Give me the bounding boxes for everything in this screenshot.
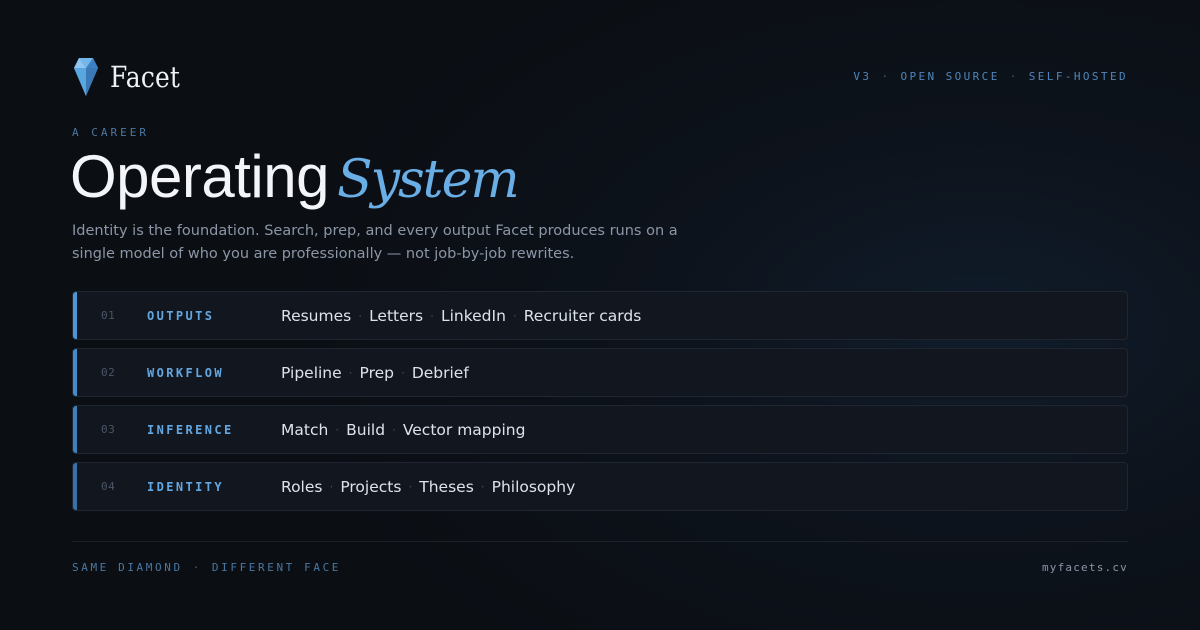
row-item: Vector mapping [402,420,526,439]
row-number: 03 [101,423,116,436]
row-item: Philosophy [491,477,576,496]
item-separator: · [408,479,413,494]
layer-row-inference: 03 INFERENCE Match · Build · Vector mapping [72,405,1128,454]
layer-list: 01 OUTPUTS Resumes · Letters · LinkedIn · Recrui… [72,291,1128,519]
row-item: Roles [281,477,323,496]
row-label: IDENTITY [147,479,224,494]
lede-paragraph: Identity is the foundation. Search, prep… [72,223,678,262]
eyebrow: A CAREER [72,126,149,139]
row-item: Projects [340,477,402,496]
item-separator: · [392,422,396,437]
footer-divider [72,541,1128,542]
version-label: V3 [853,70,872,83]
item-separator: · [512,308,517,323]
row-item: Theses [419,477,474,496]
title-accent: System [337,150,520,210]
row-items: Roles · Projects · Theses · Philosophy [281,478,575,496]
title-main: Operating [70,143,330,210]
item-separator: · [480,479,485,494]
row-number: 02 [101,366,116,379]
og-card: Facet V3 · OPEN SOURCE · SELF-HOSTED A C… [70,0,1128,630]
row-item: Debrief [411,363,469,382]
layer-row-workflow: 02 WORKFLOW Pipeline · Prep · Debrief [72,348,1128,397]
row-item: Resumes [281,306,352,325]
row-item: Prep [359,363,394,382]
layer-row-identity: 04 IDENTITY Roles · Projects · Theses · Philosop… [72,462,1128,511]
meta-line: V3 · OPEN SOURCE · SELF-HOSTED [853,70,1128,83]
row-label: INFERENCE [147,422,234,437]
row-item: Pipeline [281,363,342,382]
tagline-part-a: SAME DIAMOND [72,561,183,574]
row-item: Build [346,420,386,439]
site-url[interactable]: myfacets.cv [1042,561,1128,574]
tagline-part-b: DIFFERENT FACE [211,561,342,574]
row-label: OUTPUTS [147,308,215,323]
item-separator: · [430,308,434,323]
row-items: Match · Build · Vector mapping [281,421,525,439]
row-number: 01 [101,309,116,322]
meta-separator: · [881,70,891,83]
diamond-icon [74,58,98,96]
item-separator: · [329,479,334,494]
brand-name: Facet [110,60,181,94]
page-title: Operating System [70,142,520,211]
item-separator: · [358,308,363,323]
brand[interactable]: Facet [74,58,192,96]
row-item: Letters [369,306,424,325]
item-separator: · [348,365,353,380]
row-items: Pipeline · Prep · Debrief [281,364,469,382]
self-hosted-label: SELF-HOSTED [1028,70,1128,83]
row-label: WORKFLOW [147,365,224,380]
open-source-label: OPEN SOURCE [900,70,1000,83]
row-item: Match [281,420,329,439]
row-number: 04 [101,480,116,493]
meta-separator: · [1009,70,1019,83]
item-separator: · [400,365,405,380]
tagline-separator: · [192,561,202,574]
row-item: LinkedIn [440,306,506,325]
layer-row-outputs: 01 OUTPUTS Resumes · Letters · LinkedIn · Recrui… [72,291,1128,340]
tagline: SAME DIAMOND · DIFFERENT FACE [72,561,341,574]
item-separator: · [335,422,340,437]
row-item: Recruiter cards [523,306,642,325]
row-items: Resumes · Letters · LinkedIn · Recruiter cards [281,307,641,325]
